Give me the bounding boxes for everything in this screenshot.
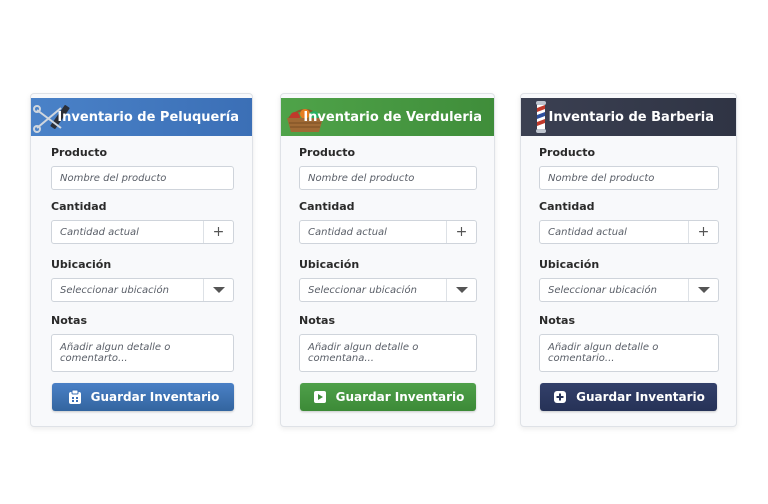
notas-textarea[interactable]: Añadir algun detalle o comentarto... (51, 334, 234, 372)
chevron-down-icon[interactable] (446, 279, 476, 301)
card-title: Inventario de Barberia (548, 109, 714, 125)
cantidad-stepper[interactable]: Cantidad actual + (299, 220, 477, 244)
notas-label: Notas (539, 314, 575, 327)
producto-label: Producto (539, 146, 596, 159)
plus-icon[interactable]: + (446, 221, 476, 243)
plus-icon[interactable]: + (203, 221, 233, 243)
producto-label: Producto (299, 146, 356, 159)
card-header: Inventario de Verduleria (281, 98, 494, 136)
save-button-label: Guardar Inventario (90, 390, 220, 404)
producto-input[interactable]: Nombre del producto (51, 166, 234, 190)
cantidad-placeholder: Cantidad actual (308, 226, 387, 238)
save-button[interactable]: Guardar Inventario (300, 383, 476, 411)
ubicacion-select[interactable]: Seleccionar ubicación (299, 278, 477, 302)
inventory-card-verduleria: Inventario de Verduleria Producto Nombre… (280, 93, 495, 427)
ubicacion-value: Seleccionar ubicación (548, 284, 657, 296)
save-button-label: Guardar Inventario (576, 390, 705, 404)
save-button[interactable]: Guardar Inventario (52, 383, 234, 411)
notas-textarea[interactable]: Añadir algun detalle o comentana... (299, 334, 477, 372)
plus-icon[interactable]: + (688, 221, 718, 243)
clipboard-icon (67, 389, 83, 405)
cantidad-placeholder: Cantidad actual (548, 226, 627, 238)
cantidad-label: Cantidad (51, 200, 107, 213)
ubicacion-value: Seleccionar ubicación (308, 284, 417, 296)
ubicacion-select[interactable]: Seleccionar ubicación (51, 278, 234, 302)
inventory-card-barberia: Inventario de Barberia Producto Nombre d… (520, 93, 737, 427)
save-button-label: Guardar Inventario (335, 390, 465, 404)
notas-label: Notas (299, 314, 335, 327)
cantidad-label: Cantidad (299, 200, 355, 213)
notas-textarea[interactable]: Añadir algun detalle o comentario... (539, 334, 719, 372)
ubicacion-label: Ubicación (51, 258, 112, 271)
producto-input[interactable]: Nombre del producto (539, 166, 719, 190)
ubicacion-label: Ubicación (299, 258, 360, 271)
card-header: Inventario de Peluquería (31, 98, 252, 136)
card-header: Inventario de Barberia (521, 98, 736, 136)
cantidad-placeholder: Cantidad actual (60, 226, 139, 238)
add-icon (552, 389, 568, 405)
cantidad-stepper[interactable]: Cantidad actual + (51, 220, 234, 244)
producto-input[interactable]: Nombre del producto (299, 166, 477, 190)
inventory-card-peluqueria: Inventario de Peluquería Producto Nombre… (30, 93, 253, 427)
card-title: Inventario de Peluquería (57, 109, 239, 125)
save-icon (312, 389, 328, 405)
cantidad-stepper[interactable]: Cantidad actual + (539, 220, 719, 244)
cantidad-label: Cantidad (539, 200, 595, 213)
ubicacion-value: Seleccionar ubicación (60, 284, 169, 296)
chevron-down-icon[interactable] (688, 279, 718, 301)
card-title: Inventario de Verduleria (303, 109, 482, 125)
ubicacion-select[interactable]: Seleccionar ubicación (539, 278, 719, 302)
save-button[interactable]: Guardar Inventario (540, 383, 717, 411)
producto-label: Producto (51, 146, 108, 159)
ubicacion-label: Ubicación (539, 258, 600, 271)
notas-label: Notas (51, 314, 87, 327)
chevron-down-icon[interactable] (203, 279, 233, 301)
